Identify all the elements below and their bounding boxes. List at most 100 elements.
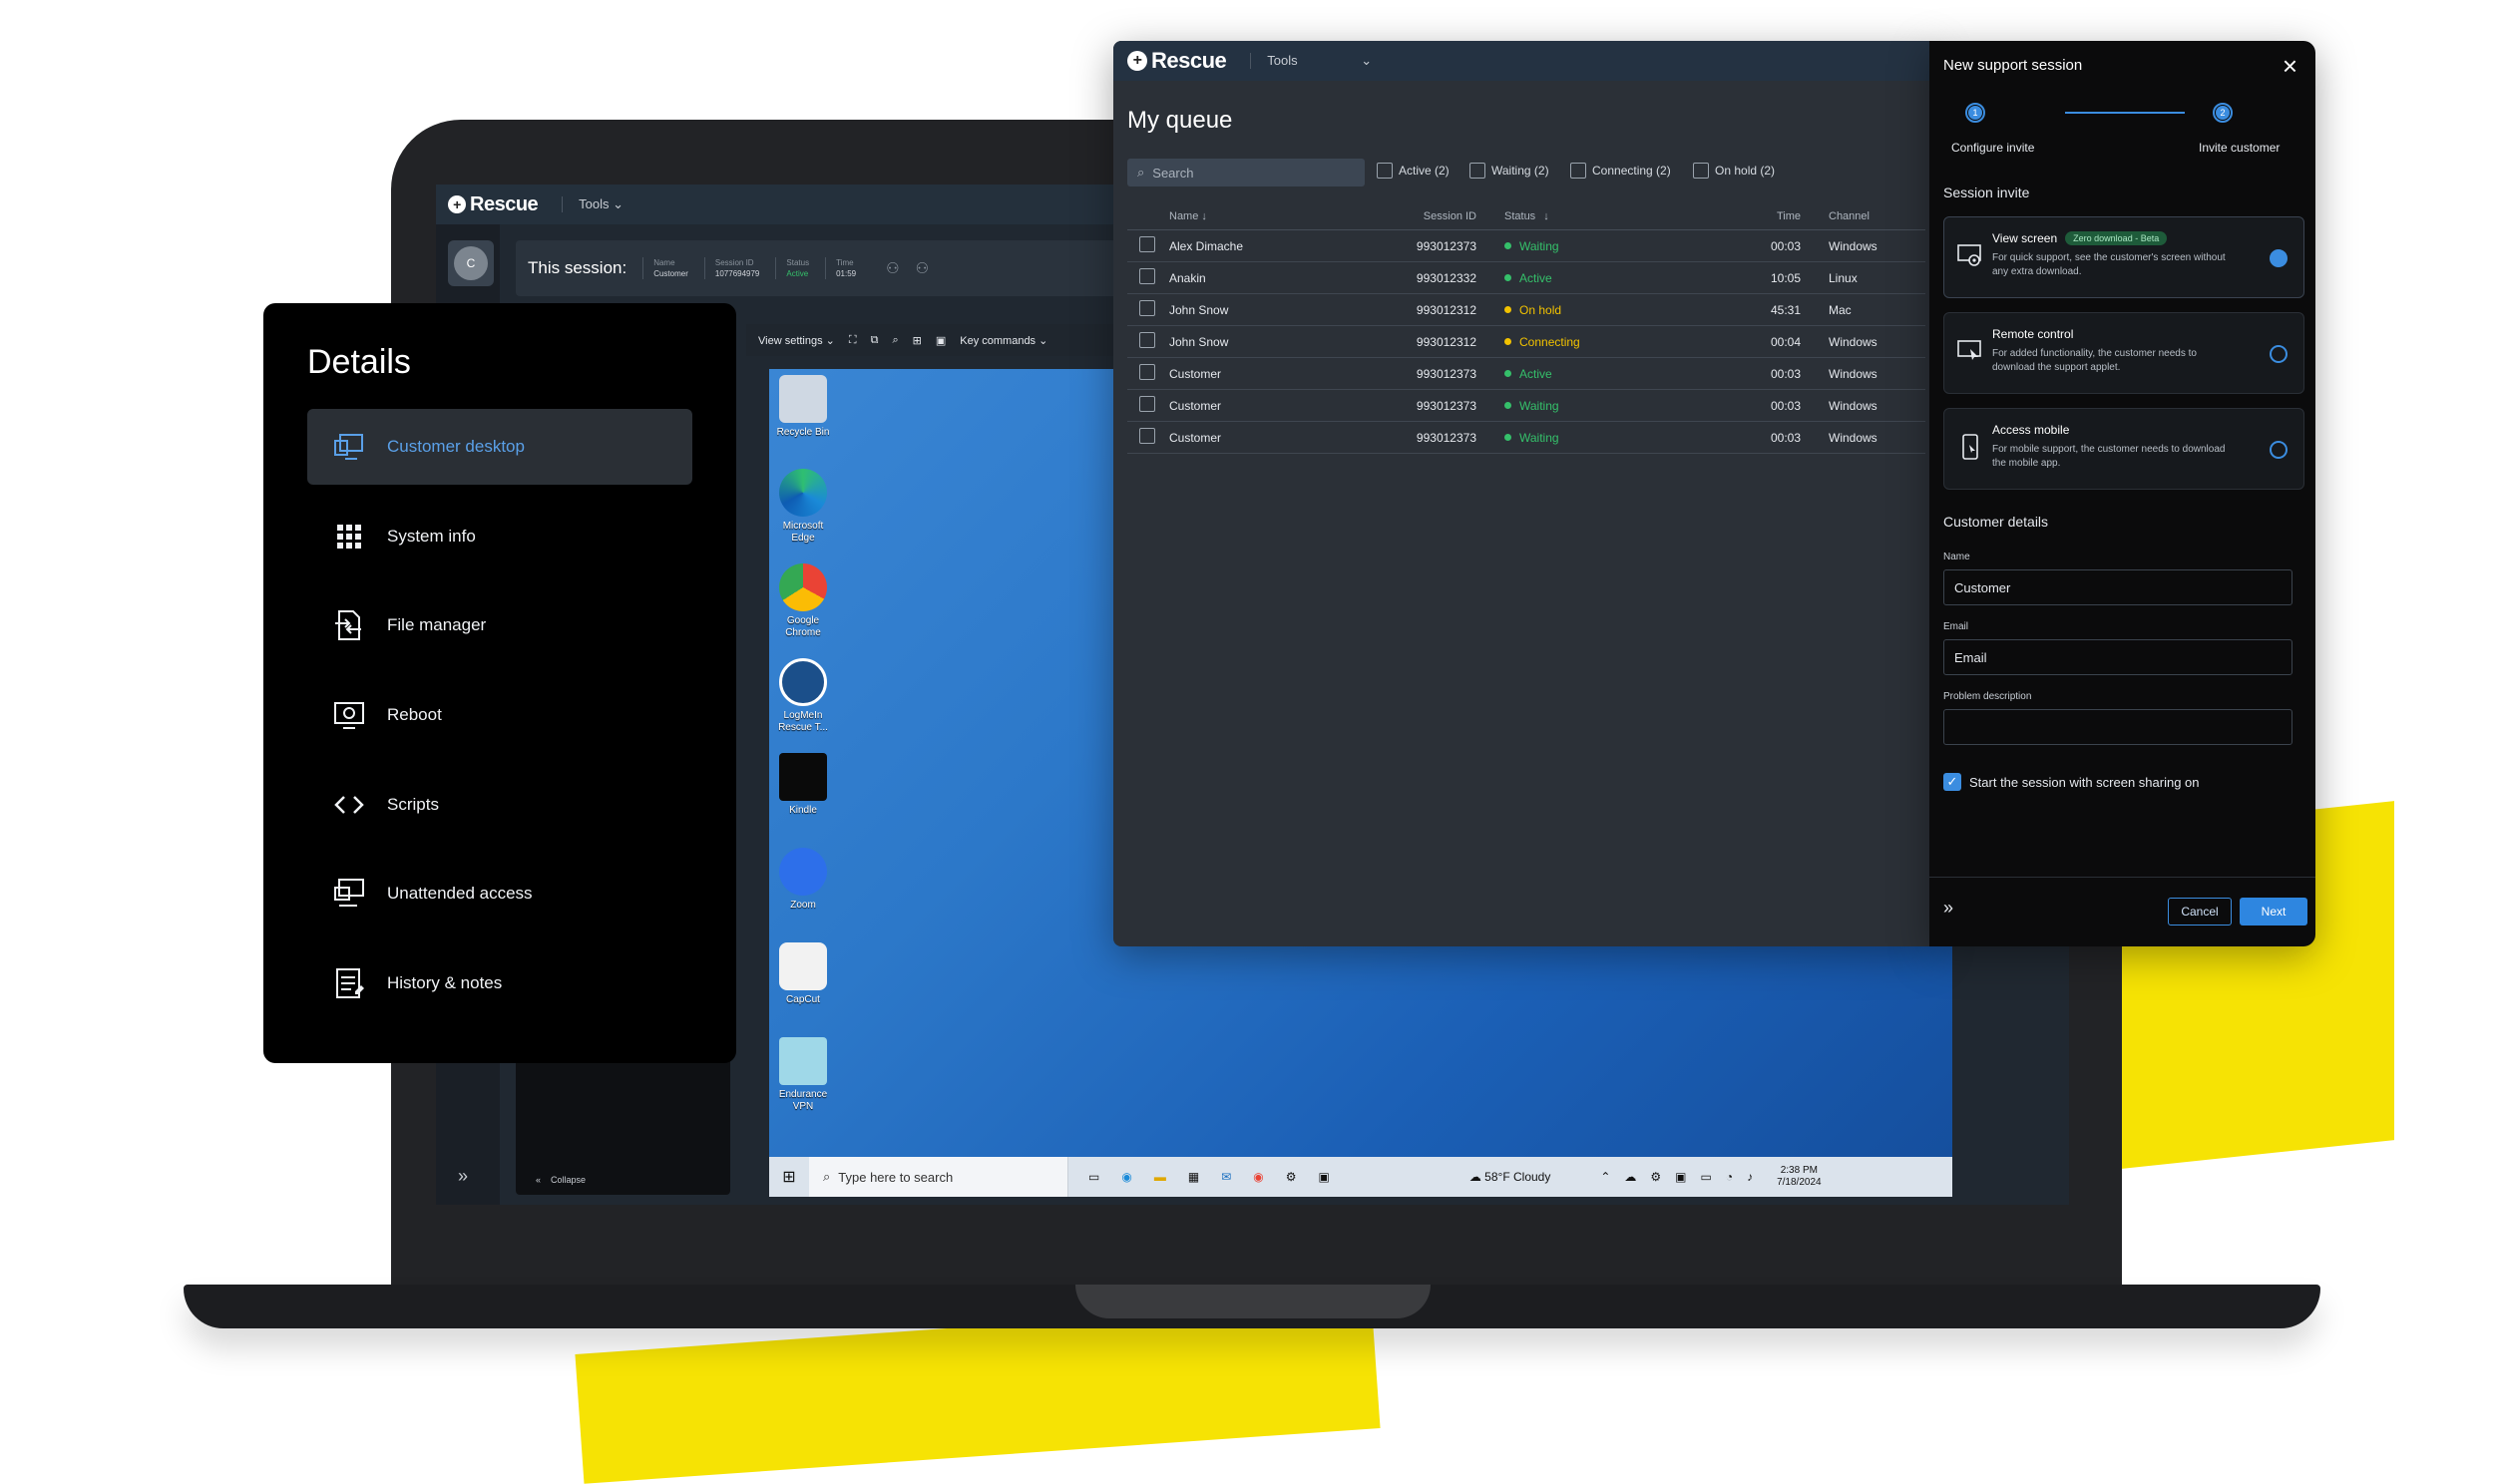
tools-menu[interactable]: Tools ⌄ [1250, 53, 1372, 69]
status-dot [1504, 402, 1511, 409]
explorer-taskbar-icon[interactable]: ▬ [1154, 1170, 1166, 1184]
cancel-button[interactable]: Cancel [2168, 898, 2232, 926]
taskbar-search[interactable]: ⌕ Type here to search [809, 1157, 1068, 1197]
filter-connecting[interactable]: Connecting (2) [1570, 163, 1671, 179]
clock[interactable]: 2:38 PM 7/18/2024 [1777, 1165, 1822, 1189]
status-dot [1504, 434, 1511, 441]
screen-sharing-checkbox[interactable]: ✓ Start the session with screen sharing o… [1943, 773, 2200, 791]
desktop-icon-label: Kindle [789, 805, 817, 816]
row-checkbox[interactable] [1139, 396, 1155, 412]
desktop-icon-recycle-bin[interactable]: Recycle Bin [773, 375, 833, 439]
mail-taskbar-icon[interactable]: ✉ [1221, 1170, 1231, 1184]
chrome-taskbar-icon[interactable]: ◉ [1253, 1170, 1263, 1184]
desktop-icon-chrome[interactable]: Google Chrome [773, 563, 833, 639]
option-description: For quick support, see the customer's sc… [1992, 252, 2226, 277]
details-item-history-notes[interactable]: History & notes [307, 945, 692, 1021]
details-item-label: Unattended access [387, 884, 533, 903]
problem-description-field[interactable] [1943, 709, 2292, 745]
option-view-screen[interactable]: View screen Zero download - Beta For quic… [1943, 216, 2304, 298]
column-channel[interactable]: Channel [1821, 210, 1920, 222]
view-settings-dropdown[interactable]: View settings ⌄ [758, 334, 835, 347]
desktop-icon-kindle[interactable]: Kindle [773, 753, 833, 817]
next-button[interactable]: Next [2240, 898, 2307, 926]
desktop-icon-rescue[interactable]: LogMeIn Rescue T... [773, 658, 833, 734]
filter-active[interactable]: Active (2) [1377, 163, 1450, 179]
table-row[interactable]: Customer 993012373 Active 00:03 Windows [1127, 358, 1925, 390]
fullscreen-icon[interactable]: ⛶ [849, 334, 857, 347]
table-row[interactable]: Anakin 993012332 Active 10:05 Linux [1127, 262, 1925, 294]
checkmark-icon[interactable]: ✓ [1943, 773, 1961, 791]
add-user-icon[interactable]: ⚇ [886, 259, 899, 277]
collapse-button[interactable]: « Collapse [536, 1175, 586, 1185]
details-item-label: History & notes [387, 973, 503, 992]
clipboard-icon[interactable]: ▣ [936, 334, 946, 347]
details-item-file-manager[interactable]: File manager [307, 587, 692, 663]
monitors-icon[interactable]: ⊞ [913, 334, 922, 347]
column-label: Name [1169, 209, 1199, 222]
row-checkbox[interactable] [1139, 332, 1155, 348]
avatar[interactable]: C [448, 240, 494, 286]
details-item-reboot[interactable]: Reboot [307, 677, 692, 753]
notes-icon [336, 968, 364, 998]
checkbox[interactable] [1377, 163, 1393, 179]
row-checkbox[interactable] [1139, 428, 1155, 444]
windows-start-icon[interactable]: ⊞ [769, 1167, 809, 1187]
checkbox[interactable] [1469, 163, 1485, 179]
name-field[interactable]: Customer [1943, 569, 2292, 605]
row-checkbox[interactable] [1139, 364, 1155, 380]
filter-waiting[interactable]: Waiting (2) [1469, 163, 1549, 179]
row-checkbox[interactable] [1139, 300, 1155, 316]
desktop-icon-edge[interactable]: Microsoft Edge [773, 469, 833, 545]
settings-taskbar-icon[interactable]: ⚙ [1286, 1170, 1297, 1184]
task-view-icon[interactable]: ▭ [1088, 1170, 1099, 1184]
tools-menu[interactable]: Tools ⌄ [562, 196, 624, 212]
details-item-system-info[interactable]: System info [307, 499, 692, 574]
laptop-notch [1075, 1285, 1431, 1318]
details-item-unattended-access[interactable]: Unattended access [307, 856, 692, 931]
edge-taskbar-icon[interactable]: ◉ [1121, 1170, 1131, 1184]
table-row[interactable]: Alex Dimache 993012373 Waiting 00:03 Windows [1127, 230, 1925, 262]
column-status[interactable]: Status ↓ [1486, 210, 1716, 222]
queue-search-input[interactable]: ⌕ Search [1127, 159, 1365, 186]
store-taskbar-icon[interactable]: ▦ [1188, 1170, 1199, 1184]
table-row[interactable]: Customer 993012373 Waiting 00:03 Windows [1127, 422, 1925, 454]
radio-unselected[interactable] [2270, 441, 2288, 459]
expand-rail-button[interactable]: » [458, 1166, 468, 1187]
rescue-taskbar-icon[interactable]: ▣ [1318, 1170, 1329, 1184]
double-chevron-right-icon[interactable]: » [1943, 898, 1953, 919]
row-status: Active [1486, 271, 1716, 285]
details-item-scripts[interactable]: Scripts [307, 767, 692, 843]
radio-unselected[interactable] [2270, 345, 2288, 363]
table-row[interactable]: John Snow 993012312 Connecting 00:04 Windows [1127, 326, 1925, 358]
search-placeholder: Search [1152, 165, 1194, 181]
unattended-icon [334, 879, 364, 907]
radio-selected[interactable] [2270, 249, 2288, 267]
filter-on-hold[interactable]: On hold (2) [1693, 163, 1775, 179]
option-access-mobile[interactable]: Access mobile For mobile support, the cu… [1943, 408, 2304, 490]
desktop-icon-label: LogMeIn Rescue T... [778, 710, 828, 733]
column-name[interactable]: Name ↓ [1167, 210, 1367, 222]
column-time[interactable]: Time [1716, 210, 1821, 222]
checkbox[interactable] [1570, 163, 1586, 179]
table-row[interactable]: Customer 993012373 Waiting 00:03 Windows [1127, 390, 1925, 422]
desktop-icon-zoom[interactable]: Zoom [773, 848, 833, 912]
email-field[interactable]: Email [1943, 639, 2292, 675]
close-icon[interactable]: × [2283, 51, 2297, 82]
desktop-icon-capcut[interactable]: CapCut [773, 942, 833, 1006]
row-checkbox[interactable] [1139, 236, 1155, 252]
checkbox[interactable] [1693, 163, 1709, 179]
zoom-icon[interactable]: ⌕ [892, 334, 898, 347]
key-commands-dropdown[interactable]: Key commands ⌄ [960, 334, 1047, 347]
table-row[interactable]: John Snow 993012312 On hold 45:31 Mac [1127, 294, 1925, 326]
weather-widget[interactable]: ☁ 58°F Cloudy [1469, 1170, 1551, 1184]
desktop-icon-vpn[interactable]: Endurance VPN [773, 1037, 833, 1113]
details-item-customer-desktop[interactable]: Customer desktop [307, 409, 692, 485]
option-remote-control[interactable]: Remote control For added functionality, … [1943, 312, 2304, 394]
transfer-user-icon[interactable]: ⚇ [916, 259, 929, 277]
column-session-id[interactable]: Session ID [1367, 210, 1486, 222]
code-icon [334, 796, 364, 814]
fit-screen-icon[interactable]: ⧉ [871, 334, 879, 347]
row-checkbox[interactable] [1139, 268, 1155, 284]
session-title: This session: [528, 258, 627, 277]
tray-icons[interactable]: ⌃☁⚙▣▭◔♪ [1600, 1170, 1767, 1184]
